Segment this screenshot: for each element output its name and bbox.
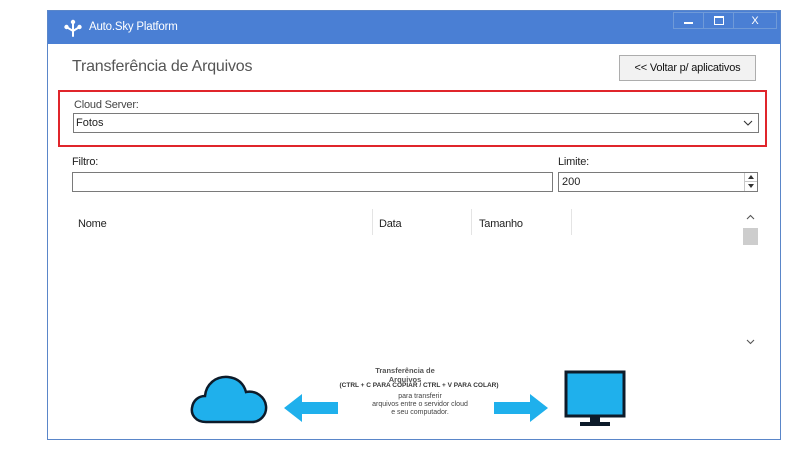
scroll-down-icon[interactable] — [746, 337, 755, 346]
file-list[interactable]: Nome Data Tamanho — [72, 209, 759, 351]
column-header-nome[interactable]: Nome — [78, 209, 372, 235]
arrow-right-icon — [494, 394, 548, 422]
minimize-button[interactable] — [673, 12, 704, 29]
banner-description-line: arquivos entre o servidor cloud — [372, 401, 468, 408]
filter-label: Filtro: — [72, 156, 99, 168]
triangle-down-icon — [748, 184, 754, 188]
cloud-server-dropdown[interactable]: Fotos — [73, 113, 759, 133]
file-list-scrollbar[interactable] — [742, 209, 759, 351]
window-title: Auto.Sky Platform — [89, 21, 178, 33]
minimize-icon — [684, 21, 693, 24]
title-bar[interactable]: Auto.Sky Platform X — [48, 11, 780, 44]
limit-spin-buttons — [744, 173, 757, 191]
banner-description: para transferir arquivos entre o servido… — [340, 393, 500, 417]
scrollbar-thumb[interactable] — [743, 228, 758, 245]
cloud-icon — [190, 375, 268, 424]
spin-down-button[interactable] — [745, 182, 757, 191]
column-header-tamanho[interactable]: Tamanho — [479, 209, 571, 235]
column-separator[interactable] — [372, 209, 373, 235]
cloud-server-label: Cloud Server: — [74, 99, 139, 111]
page-title: Transferência de Arquivos — [72, 58, 253, 75]
limit-value: 200 — [562, 176, 581, 188]
scroll-up-icon[interactable] — [746, 213, 755, 222]
cloud-server-section: Cloud Server: Fotos — [58, 90, 767, 147]
maximize-icon — [713, 16, 724, 25]
banner-description-line: e seu computador. — [391, 409, 449, 416]
filter-input[interactable] — [72, 172, 553, 192]
window-controls: X — [673, 12, 777, 29]
cloud-server-selected-value: Fotos — [76, 117, 104, 129]
banner-description-line: para transferir — [398, 393, 442, 400]
app-logo-icon — [64, 19, 82, 37]
transfer-instructions-banner: Transferência de Arquivos (CTRL + C PARA… — [190, 366, 630, 431]
limit-label: Limite: — [558, 156, 589, 168]
back-to-apps-button[interactable]: << Voltar p/ aplicativos — [619, 55, 756, 81]
banner-shortcuts: (CTRL + C PARA COPIAR / CTRL + V PARA CO… — [339, 382, 499, 389]
column-header-data[interactable]: Data — [379, 209, 471, 235]
spin-up-button[interactable] — [745, 173, 757, 182]
maximize-button[interactable] — [703, 12, 734, 29]
app-window: Auto.Sky Platform X Transferência de Arq… — [47, 10, 781, 440]
arrow-left-icon — [284, 394, 338, 422]
triangle-up-icon — [748, 175, 754, 179]
limit-stepper[interactable]: 200 — [558, 172, 758, 192]
column-separator[interactable] — [471, 209, 472, 235]
close-button[interactable]: X — [733, 12, 777, 29]
chevron-down-icon — [743, 120, 753, 126]
monitor-icon — [564, 370, 626, 426]
column-separator[interactable] — [571, 209, 572, 235]
